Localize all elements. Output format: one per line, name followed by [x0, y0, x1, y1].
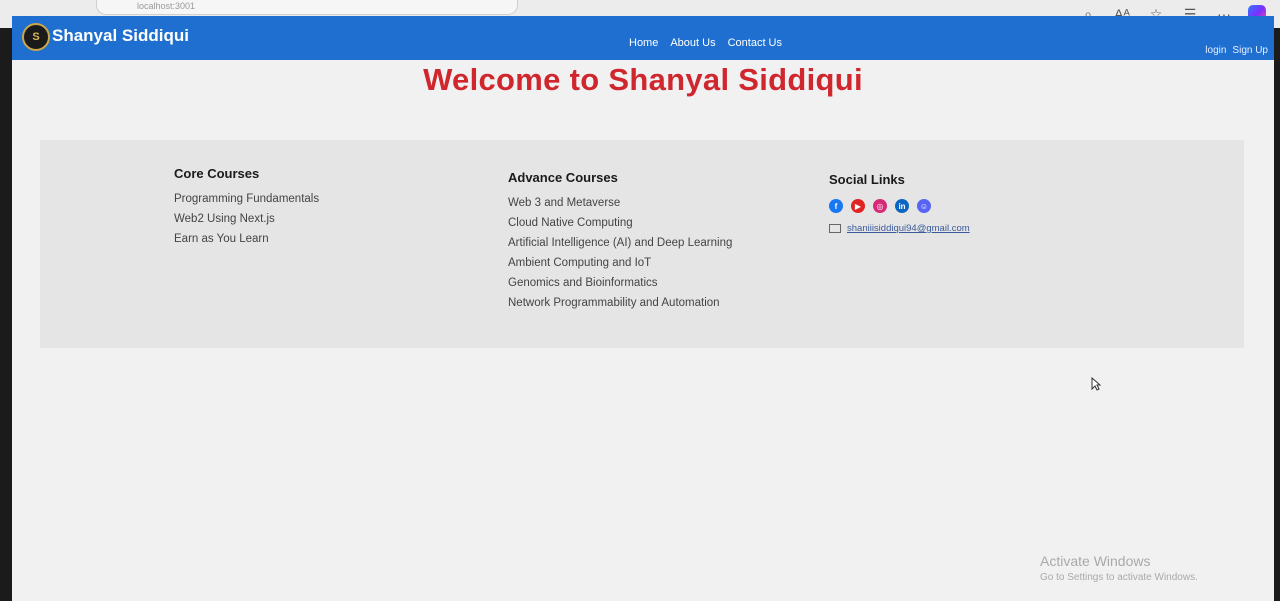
- youtube-icon[interactable]: ▶: [851, 199, 865, 213]
- linkedin-icon[interactable]: in: [895, 199, 909, 213]
- social-links-column: Social Links f ▶ ◎ in ☺ shaniiisiddiqui9…: [829, 172, 970, 234]
- watermark-subtitle: Go to Settings to activate Windows.: [1040, 572, 1198, 583]
- core-courses-heading: Core Courses: [174, 166, 260, 181]
- core-course-link[interactable]: Earn as You Learn: [174, 233, 319, 245]
- address-bar[interactable]: localhost:3001: [96, 0, 518, 15]
- logo-letter: S: [32, 31, 40, 43]
- mouse-cursor-icon: [1091, 376, 1102, 396]
- mail-icon: [829, 224, 841, 233]
- advance-course-link[interactable]: Artificial Intelligence (AI) and Deep Le…: [508, 237, 732, 249]
- advance-courses-column: Advance Courses Web 3 and Metaverse Clou…: [508, 170, 732, 317]
- windows-activation-watermark: Activate Windows Go to Settings to activ…: [1040, 553, 1198, 583]
- advance-course-link[interactable]: Cloud Native Computing: [508, 217, 732, 229]
- advance-course-link[interactable]: Genomics and Bioinformatics: [508, 277, 732, 289]
- nav-home[interactable]: Home: [629, 37, 658, 49]
- social-links-heading: Social Links: [829, 172, 905, 187]
- nav-links: Home About Us Contact Us: [629, 37, 782, 49]
- login-link[interactable]: login: [1205, 45, 1226, 56]
- page: S Shanyal Siddiqui Home About Us Contact…: [12, 16, 1274, 601]
- discord-icon[interactable]: ☺: [917, 199, 931, 213]
- nav-about-us[interactable]: About Us: [670, 37, 715, 49]
- advance-courses-heading: Advance Courses: [508, 170, 618, 185]
- advance-course-link[interactable]: Ambient Computing and IoT: [508, 257, 732, 269]
- core-course-link[interactable]: Programming Fundamentals: [174, 193, 319, 205]
- email-row: shaniiisiddiqui94@gmail.com: [829, 223, 970, 234]
- advance-course-link[interactable]: Network Programmability and Automation: [508, 297, 732, 309]
- site-logo[interactable]: S: [22, 23, 50, 51]
- signup-link[interactable]: Sign Up: [1232, 45, 1268, 56]
- brand-name[interactable]: Shanyal Siddiqui: [52, 26, 189, 46]
- watermark-title: Activate Windows: [1040, 553, 1151, 569]
- core-course-link[interactable]: Web2 Using Next.js: [174, 213, 319, 225]
- nav-contact-us[interactable]: Contact Us: [728, 37, 782, 49]
- footer: Core Courses Programming Fundamentals We…: [40, 140, 1244, 348]
- advance-course-link[interactable]: Web 3 and Metaverse: [508, 197, 732, 209]
- instagram-icon[interactable]: ◎: [873, 199, 887, 213]
- facebook-icon[interactable]: f: [829, 199, 843, 213]
- address-text: localhost:3001: [137, 1, 196, 11]
- navbar: S Shanyal Siddiqui Home About Us Contact…: [12, 16, 1274, 60]
- core-courses-column: Core Courses Programming Fundamentals We…: [174, 166, 319, 253]
- auth-links: login Sign Up: [1205, 45, 1268, 56]
- email-link[interactable]: shaniiisiddiqui94@gmail.com: [847, 223, 970, 234]
- social-icons: f ▶ ◎ in ☺: [829, 199, 970, 213]
- page-title: Welcome to Shanyal Siddiqui: [423, 62, 863, 97]
